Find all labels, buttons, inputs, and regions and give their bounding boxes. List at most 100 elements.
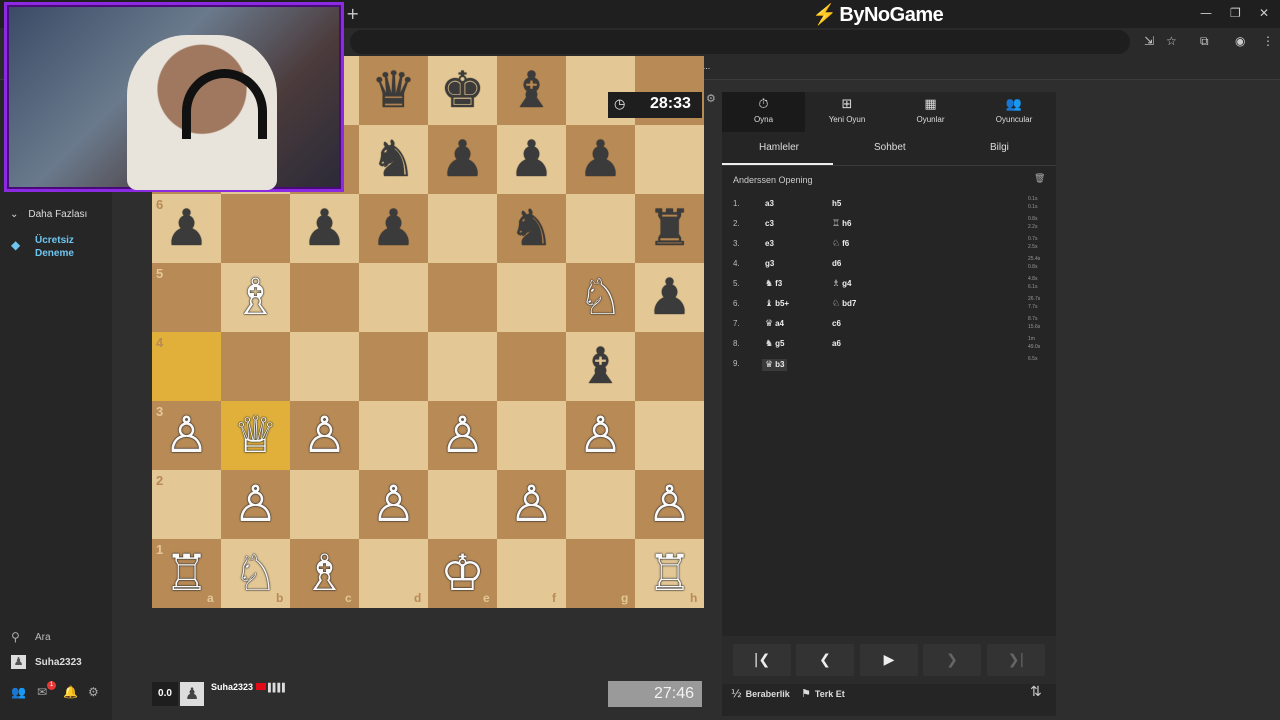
black-pawn-icon[interactable]: ♟ [359,194,428,263]
new-tab-button[interactable]: + [346,4,359,23]
white-pawn-icon[interactable]: ♙ [497,470,566,539]
close-icon[interactable]: ✕ [1259,6,1269,20]
nav-tab-oyunlar[interactable]: ▦ Oyunlar [889,92,972,132]
square-d4[interactable] [359,332,428,401]
black-move[interactable]: ♘ f6 [832,239,849,249]
install-app-icon[interactable]: ⇲ [1144,34,1154,48]
flip-board-icon[interactable]: ⇅ [1030,684,1042,700]
nav-tab-oyuncular[interactable]: 👥 Oyuncular [973,92,1056,132]
white-move[interactable]: c3 [765,219,774,228]
square-f3[interactable] [497,401,566,470]
resign-button[interactable]: ⚑ Terk Et [801,687,845,700]
black-move[interactable]: d6 [832,259,841,268]
square-e5[interactable] [428,263,497,332]
trash-icon[interactable]: 🗑 [1034,174,1045,184]
black-pawn-icon[interactable]: ♟ [635,263,704,332]
white-pawn-icon[interactable]: ♙ [221,470,290,539]
black-pawn-icon[interactable]: ♟ [152,194,221,263]
black-pawn-icon[interactable]: ♟ [290,194,359,263]
menu-icon[interactable]: ⋮ [1262,34,1274,48]
square-c4[interactable] [290,332,359,401]
white-pawn-icon[interactable]: ♙ [428,401,497,470]
nav-tab-yeni-oyun[interactable]: ⊞ Yeni Oyun [806,92,889,132]
square-e6[interactable] [428,194,497,263]
square-e4[interactable] [428,332,497,401]
profile-icon[interactable]: ◉ [1235,34,1245,48]
square-g2[interactable] [566,470,635,539]
friends-icon[interactable]: 👥 [11,685,26,699]
settings-gear-icon[interactable]: ⚙ [88,685,99,699]
white-pawn-icon[interactable]: ♙ [359,470,428,539]
white-move[interactable]: e3 [765,239,774,248]
square-b6[interactable] [221,194,290,263]
square-f5[interactable] [497,263,566,332]
prev-move-button[interactable]: ❮ [796,644,854,676]
white-pawn-icon[interactable]: ♙ [635,470,704,539]
square-g6[interactable] [566,194,635,263]
black-move[interactable]: ♘ bd7 [832,299,856,309]
tab-moves[interactable]: Hamleler [759,142,799,153]
black-move[interactable]: c6 [832,319,841,328]
black-queen-icon[interactable]: ♛ [359,56,428,125]
square-d5[interactable] [359,263,428,332]
white-move[interactable]: ♛ b3 [762,359,788,371]
square-b4[interactable] [221,332,290,401]
square-c2[interactable] [290,470,359,539]
white-knight-icon[interactable]: ♘ [221,539,290,608]
tab-info[interactable]: Bilgi [990,142,1009,153]
black-rook-icon[interactable]: ♜ [635,194,704,263]
white-move[interactable]: a3 [765,199,774,208]
white-rook-icon[interactable]: ♖ [152,539,221,608]
square-h4[interactable] [635,332,704,401]
white-move[interactable]: g3 [765,259,774,268]
white-pawn-icon[interactable]: ♙ [152,401,221,470]
square-h3[interactable] [635,401,704,470]
black-knight-icon[interactable]: ♞ [497,194,566,263]
play-button[interactable]: ▶ [860,644,918,676]
user-avatar[interactable]: ♟ [11,655,26,669]
white-bishop-icon[interactable]: ♗ [221,263,290,332]
square-h7[interactable] [635,125,704,194]
bell-icon[interactable]: 🔔 [63,685,78,699]
black-pawn-icon[interactable]: ♟ [566,125,635,194]
restore-icon[interactable]: ❐ [1230,6,1241,20]
black-move[interactable]: ♗ g4 [832,279,851,289]
black-bishop-icon[interactable]: ♝ [566,332,635,401]
white-move[interactable]: ♞ f3 [765,279,782,289]
sidebar-free-trial[interactable]: Ücretsiz Deneme [35,234,74,260]
white-queen-icon[interactable]: ♕ [221,401,290,470]
square-e2[interactable] [428,470,497,539]
sidebar-username[interactable]: Suha2323 [35,657,82,668]
minimize-icon[interactable]: — [1200,6,1212,20]
square-c5[interactable] [290,263,359,332]
white-rook-icon[interactable]: ♖ [635,539,704,608]
white-pawn-icon[interactable]: ♙ [566,401,635,470]
black-pawn-icon[interactable]: ♟ [497,125,566,194]
search-icon[interactable]: ⚲ [11,630,20,644]
white-move[interactable]: ♝ b5+ [765,299,789,309]
black-move[interactable]: h5 [832,199,841,208]
next-move-button[interactable]: ❯ [923,644,981,676]
url-input[interactable] [350,30,1130,54]
black-bishop-icon[interactable]: ♝ [497,56,566,125]
sidebar-search[interactable]: Ara [35,632,51,643]
white-move[interactable]: ♛ a4 [765,319,784,329]
tab-chat[interactable]: Sohbet [874,142,906,153]
black-king-icon[interactable]: ♚ [428,56,497,125]
player-name[interactable]: Suha2323 [211,682,253,692]
nav-tab-oyna[interactable]: ⏱ Oyna [722,92,805,132]
black-move[interactable]: ♖ h6 [832,219,851,229]
black-knight-icon[interactable]: ♞ [359,125,428,194]
sidebar-more[interactable]: ⌄ Daha Fazlası [10,209,87,220]
white-move[interactable]: ♞ g5 [765,339,784,349]
square-d3[interactable] [359,401,428,470]
bookmark-star-icon[interactable]: ☆ [1166,34,1177,48]
white-knight-icon[interactable]: ♘ [566,263,635,332]
draw-offer-button[interactable]: ½ Beraberlik [731,687,790,700]
first-move-button[interactable]: |❮ [733,644,791,676]
square-f4[interactable] [497,332,566,401]
site-logo[interactable]: ⚡ ByNoGame [812,2,944,27]
extensions-icon[interactable]: ⧉ [1200,34,1209,49]
white-pawn-icon[interactable]: ♙ [290,401,359,470]
messages-icon[interactable]: ✉ [37,685,47,699]
